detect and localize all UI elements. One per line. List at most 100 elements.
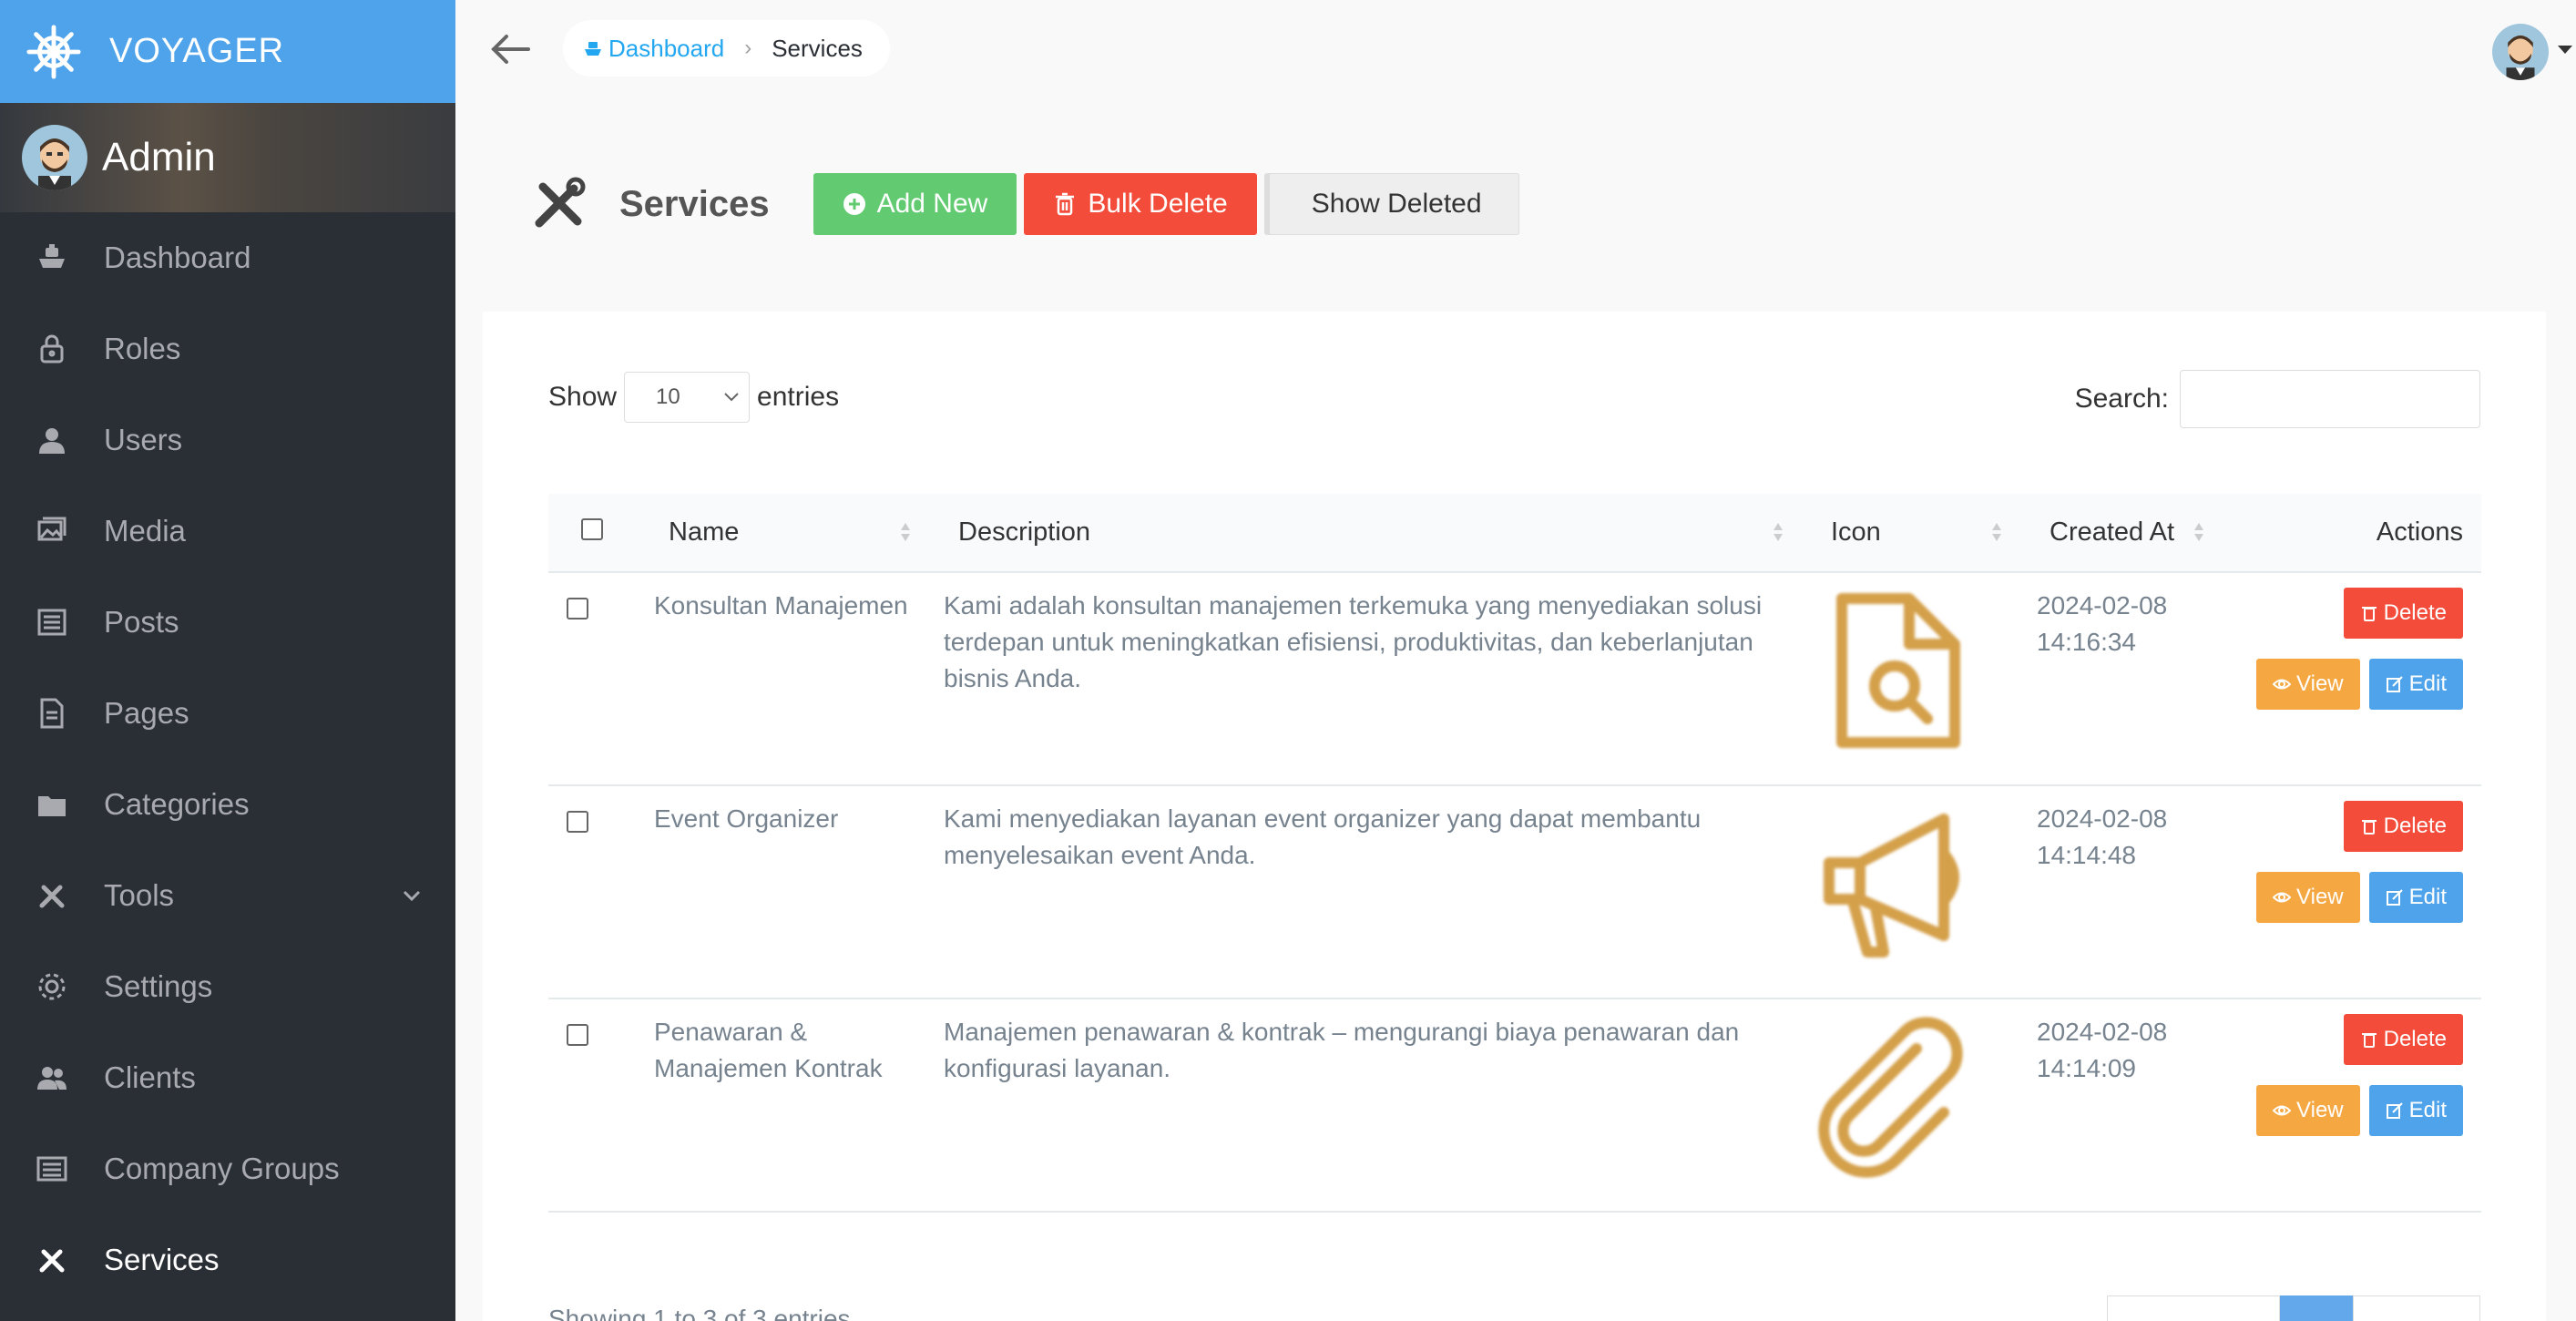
view-button[interactable]: View — [2256, 872, 2360, 923]
user-avatar[interactable] — [2492, 24, 2549, 80]
search-input[interactable] — [2180, 370, 2480, 428]
sort-icon — [1774, 523, 1783, 541]
sidebar: VOYAGER Admin Dashboard Roles Users Medi… — [0, 0, 455, 1321]
delete-button[interactable]: Delete — [2343, 801, 2463, 852]
admin-panel[interactable]: Admin — [0, 103, 455, 212]
delete-button[interactable]: Delete — [2343, 588, 2463, 639]
column-header-actions: Actions — [2224, 494, 2481, 572]
row-description: Kami menyediakan layanan event organizer… — [944, 804, 1702, 869]
row-name: Event Organizer — [654, 804, 839, 833]
sidebar-item-label: Categories — [104, 787, 250, 821]
breadcrumb-dashboard[interactable]: Dashboard — [583, 35, 724, 63]
row-created-at: 2024-02-08 14:16:34 — [2022, 572, 2224, 785]
file-text-icon — [36, 698, 67, 729]
column-header-description[interactable]: Description — [931, 494, 1804, 572]
row-created-date: 2024-02-08 — [2037, 1018, 2168, 1046]
table-row: Konsultan Manajemen Kami adalah konsulta… — [548, 572, 2481, 785]
pagination-next[interactable] — [2353, 1295, 2480, 1321]
sidebar-item-pages[interactable]: Pages — [0, 668, 455, 759]
sidebar-item-services[interactable]: Services — [0, 1214, 455, 1306]
sort-icon — [2194, 523, 2203, 541]
person-icon — [36, 425, 67, 456]
row-checkbox[interactable] — [567, 1024, 588, 1046]
entries-label: entries — [757, 382, 840, 412]
sidebar-item-tools[interactable]: Tools — [0, 850, 455, 941]
chevron-down-icon[interactable] — [401, 885, 423, 906]
brand-bar[interactable]: VOYAGER — [0, 0, 455, 103]
row-description: Manajemen penawaran & kontrak – menguran… — [944, 1018, 1740, 1082]
column-header-label: Description — [958, 517, 1091, 547]
row-description: Kami adalah konsultan manajemen terkemuk… — [944, 591, 1763, 692]
breadcrumb-separator: › — [744, 36, 752, 60]
sidebar-item-label: Users — [104, 423, 183, 456]
sidebar-item-label: Company Groups — [104, 1152, 340, 1185]
table-info: Showing 1 to 3 of 3 entries — [548, 1305, 851, 1321]
sidebar-item-media[interactable]: Media — [0, 486, 455, 577]
column-header-label: Actions — [2376, 517, 2463, 547]
delete-button[interactable]: Delete — [2343, 1014, 2463, 1065]
entries-value: 10 — [656, 384, 680, 409]
column-header-name[interactable]: Name — [654, 494, 931, 572]
sidebar-item-label: Dashboard — [104, 241, 251, 274]
trash-icon — [1053, 192, 1077, 216]
view-label: View — [2296, 671, 2344, 696]
chevron-down-icon — [724, 393, 739, 402]
sidebar-item-settings[interactable]: Settings — [0, 941, 455, 1032]
pagination-page-1[interactable] — [2280, 1295, 2353, 1321]
show-deleted-button[interactable]: Show Deleted — [1263, 173, 1519, 235]
view-label: View — [2296, 885, 2344, 909]
select-all-checkbox[interactable] — [581, 518, 603, 540]
breadcrumb: Dashboard › Services — [563, 20, 890, 77]
view-button[interactable]: View — [2256, 1085, 2360, 1136]
edit-button[interactable]: Edit — [2368, 872, 2463, 923]
edit-icon — [2386, 1101, 2404, 1120]
row-created-date: 2024-02-08 — [2037, 591, 2168, 620]
edit-button[interactable]: Edit — [2368, 1085, 2463, 1136]
table-controls: Show 10 entries Search: — [548, 370, 2480, 428]
entries-select[interactable]: 10 — [624, 372, 751, 423]
back-arrow-icon[interactable] — [488, 31, 532, 67]
file-search-icon — [1836, 593, 1960, 748]
column-header-label: Icon — [1831, 517, 1881, 547]
table-row: Penawaran & Manajemen Kontrak Manajemen … — [548, 998, 2481, 1212]
table-search: Search: — [2075, 370, 2480, 428]
sidebar-item-categories[interactable]: Categories — [0, 759, 455, 850]
row-created-time: 14:16:34 — [2037, 628, 2136, 656]
sidebar-item-users[interactable]: Users — [0, 394, 455, 486]
user-menu-caret-icon[interactable] — [2558, 46, 2572, 54]
pagination-previous[interactable] — [2107, 1295, 2280, 1321]
row-name: Konsultan Manajemen — [654, 591, 908, 620]
sidebar-item-company-groups[interactable]: Company Groups — [0, 1123, 455, 1214]
show-label: Show — [548, 382, 618, 412]
admin-name: Admin — [102, 135, 216, 179]
sidebar-item-label: Tools — [104, 878, 175, 912]
trash-icon — [2360, 817, 2378, 835]
row-actions: Delete View Edit — [2224, 572, 2481, 785]
table-row: Event Organizer Kami menyediakan layanan… — [548, 785, 2481, 998]
sidebar-item-roles[interactable]: Roles — [0, 303, 455, 394]
column-header-created-at[interactable]: Created At — [2022, 494, 2224, 572]
sidebar-item-dashboard[interactable]: Dashboard — [0, 212, 455, 303]
row-name: Penawaran & Manajemen Kontrak — [654, 1018, 883, 1082]
row-created-time: 14:14:09 — [2037, 1054, 2136, 1082]
column-header-label: Created At — [2050, 517, 2175, 547]
sidebar-item-label: Services — [104, 1243, 220, 1276]
edit-button[interactable]: Edit — [2368, 659, 2463, 710]
row-actions: Delete View Edit — [2224, 785, 2481, 998]
eye-icon — [2273, 1101, 2292, 1120]
column-header-icon[interactable]: Icon — [1804, 494, 2022, 572]
row-checkbox[interactable] — [567, 598, 588, 620]
row-created-date: 2024-02-08 — [2037, 804, 2168, 833]
search-label: Search: — [2074, 384, 2169, 414]
sidebar-item-posts[interactable]: Posts — [0, 577, 455, 668]
view-button[interactable]: View — [2256, 659, 2360, 710]
row-checkbox[interactable] — [567, 811, 588, 833]
row-created-at: 2024-02-08 14:14:09 — [2022, 998, 2224, 1212]
brand-name: VOYAGER — [109, 32, 285, 70]
plus-circle-icon — [843, 192, 866, 216]
bulk-delete-button[interactable]: Bulk Delete — [1024, 173, 1257, 235]
sidebar-item-label: Settings — [104, 969, 213, 1003]
content-panel: Show 10 entries Search: Name Description… — [483, 312, 2546, 1321]
sidebar-item-clients[interactable]: Clients — [0, 1032, 455, 1123]
add-new-button[interactable]: Add New — [813, 173, 1017, 235]
